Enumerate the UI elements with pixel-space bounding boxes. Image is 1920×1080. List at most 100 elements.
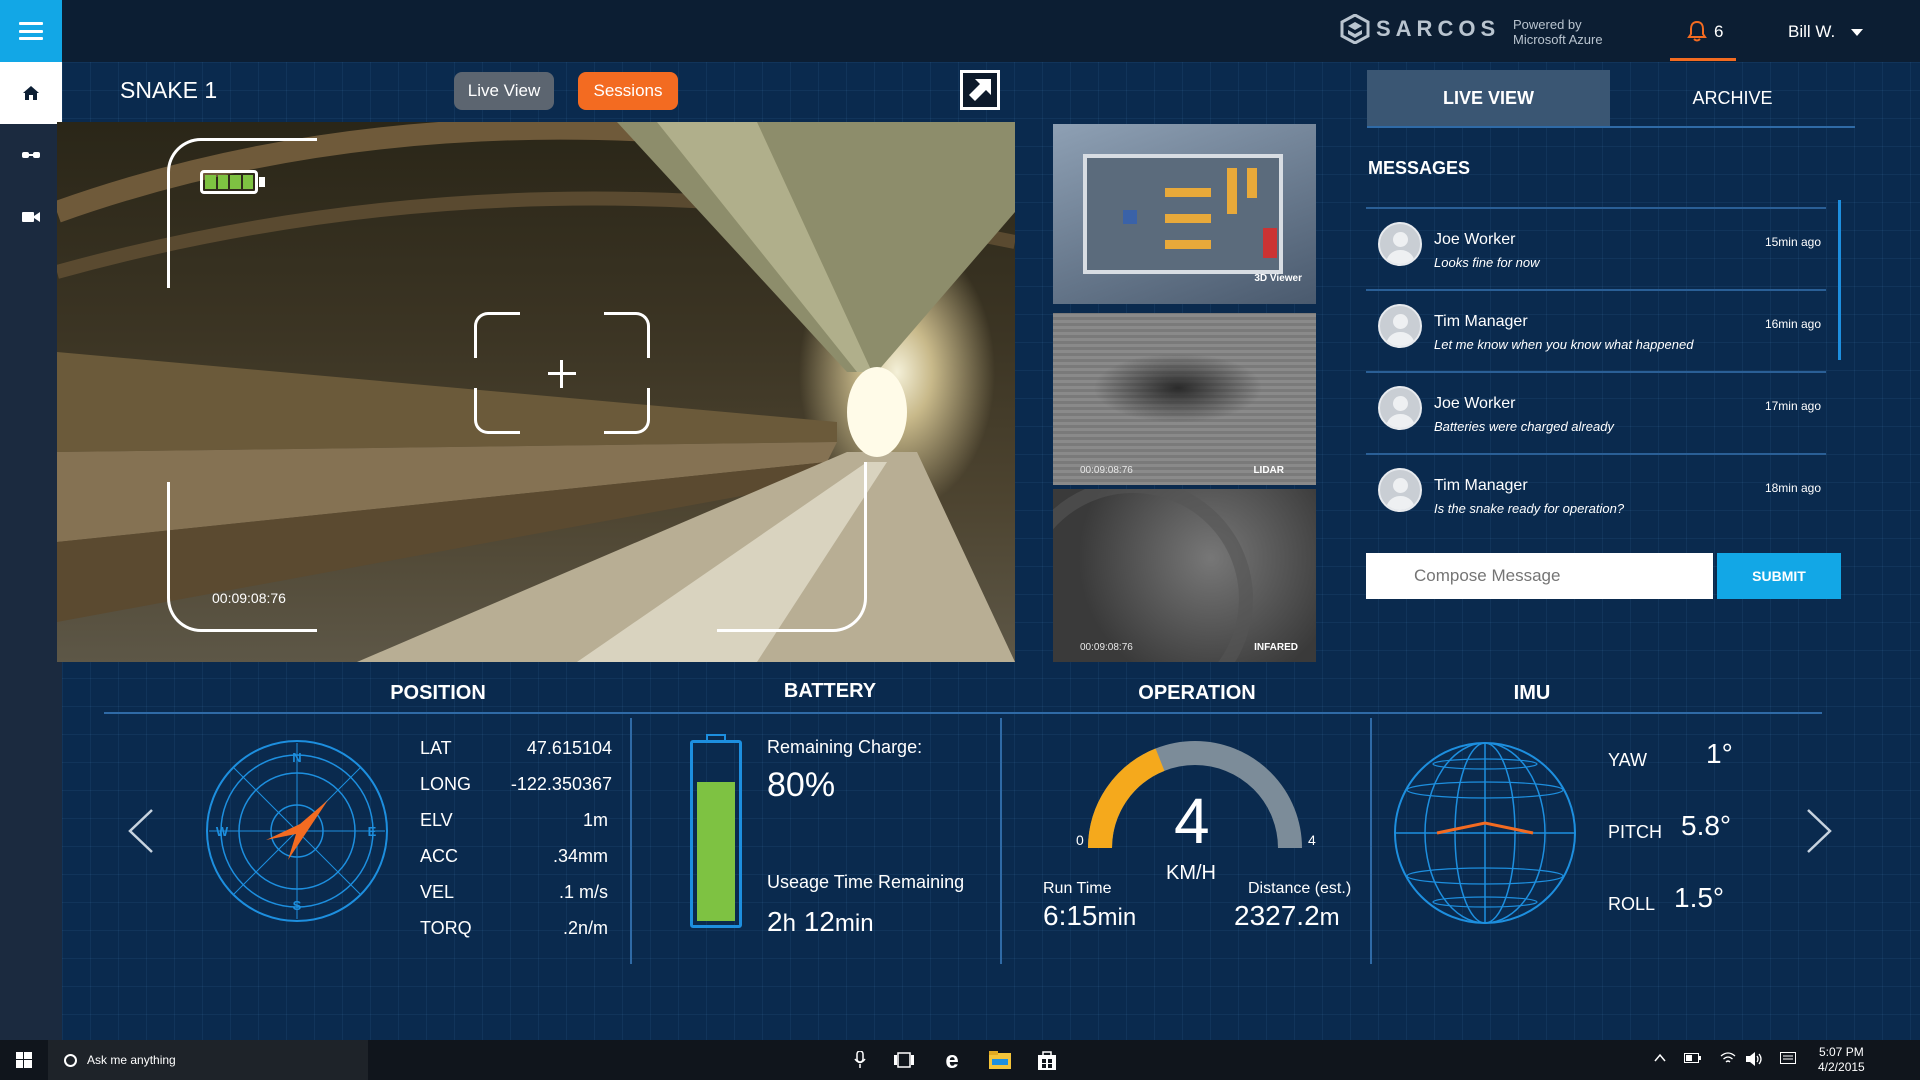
message-text: Let me know when you know what happened <box>1434 337 1694 352</box>
floor-plan-image <box>1083 154 1283 274</box>
gauge-max: 4 <box>1308 832 1316 848</box>
compose-message-input[interactable] <box>1366 553 1713 599</box>
expand-button[interactable] <box>960 70 1000 110</box>
bell-icon <box>1687 20 1707 42</box>
thumbnail-timestamp: 00:09:08:76 <box>1080 465 1133 476</box>
stat-label: ACC <box>420 846 459 866</box>
live-view-button[interactable]: Live View <box>454 72 554 110</box>
page-title: SNAKE 1 <box>120 77 218 103</box>
speed-value: 4 <box>1174 785 1210 857</box>
task-view-icon[interactable] <box>893 1049 915 1071</box>
compass-south: S <box>293 898 302 913</box>
imu-title: IMU <box>1513 682 1551 704</box>
camera-battery-icon <box>200 170 258 194</box>
top-bar: SARCOS Powered by Microsoft Azure 6 Bill… <box>0 0 1920 62</box>
message-item[interactable]: Joe Worker Looks fine for now 15min ago <box>1366 207 1826 289</box>
message-time: 18min ago <box>1764 481 1821 495</box>
message-author: Joe Worker <box>1434 395 1516 412</box>
notifications-button[interactable]: 6 <box>1670 0 1736 62</box>
usage-minutes-unit: min <box>834 910 874 937</box>
start-button[interactable] <box>0 1040 48 1080</box>
thumbnail-timestamp: 00:09:08:76 <box>1080 642 1133 653</box>
submit-button[interactable]: SUBMIT <box>1717 553 1841 599</box>
hamburger-menu-button[interactable] <box>0 0 62 62</box>
messages-scrollbar[interactable] <box>1838 200 1841 360</box>
panel-divider <box>1000 718 1002 964</box>
notification-count: 6 <box>1714 22 1724 41</box>
wifi-icon[interactable] <box>1720 1052 1736 1067</box>
notification-underline <box>1670 58 1736 61</box>
remaining-charge-value: 80% <box>767 766 836 804</box>
stat-value: 5.8° <box>1681 810 1732 841</box>
message-item[interactable]: Tim Manager Is the snake ready for opera… <box>1366 453 1826 535</box>
chevron-right-icon[interactable] <box>1804 808 1834 854</box>
stat-label: ROLL <box>1608 894 1656 914</box>
battery-tray-icon[interactable] <box>1684 1052 1702 1066</box>
tabs-underline <box>1367 126 1855 128</box>
action-center-icon[interactable] <box>1780 1052 1796 1069</box>
battery-gauge <box>690 740 742 928</box>
sidebar <box>0 62 62 1040</box>
avatar <box>1378 468 1422 512</box>
sidebar-item-connect[interactable] <box>0 124 62 186</box>
thumbnail-label: INFARED <box>1254 642 1298 653</box>
stat-label: LAT <box>420 738 452 758</box>
file-explorer-icon[interactable] <box>989 1049 1011 1071</box>
stat-value: 47.615104 <box>526 738 612 758</box>
distance-number: 2327.2 <box>1234 900 1320 931</box>
volume-icon[interactable] <box>1746 1052 1764 1069</box>
camera-timestamp: 00:09:08:76 <box>212 590 286 606</box>
main-camera-feed[interactable]: 00:09:08:76 <box>57 122 1015 662</box>
view-tabs: LIVE VIEW ARCHIVE <box>1367 70 1855 128</box>
powered-by: Powered by Microsoft Azure <box>1513 17 1603 47</box>
usage-time-label: Useage Time Remaining <box>767 872 965 892</box>
messages-title: MESSAGES <box>1368 158 1471 178</box>
powered-line-2: Microsoft Azure <box>1513 32 1603 47</box>
expand-icon <box>969 79 991 101</box>
message-text: Looks fine for now <box>1434 255 1540 270</box>
globe-icon <box>1394 742 1576 924</box>
message-item[interactable]: Tim Manager Let me know when you know wh… <box>1366 289 1826 371</box>
sidebar-item-home[interactable] <box>0 62 62 124</box>
taskbar-search[interactable]: Ask me anything <box>48 1040 368 1080</box>
thumbnail-infrared[interactable]: 00:09:08:76 INFARED <box>1053 489 1316 662</box>
section-divider <box>104 712 1822 714</box>
chevron-left-icon[interactable] <box>126 808 156 854</box>
message-list: Joe Worker Looks fine for now 15min ago … <box>1366 207 1826 535</box>
stat-label: ELV <box>420 810 453 830</box>
message-author: Tim Manager <box>1434 313 1528 330</box>
infrared-image <box>1053 489 1253 662</box>
distance-label: Distance (est.) <box>1248 880 1352 897</box>
taskbar-clock[interactable]: 5:07 PM 4/2/2015 <box>1818 1045 1865 1075</box>
tab-archive[interactable]: ARCHIVE <box>1610 70 1855 126</box>
chevron-up-icon[interactable] <box>1654 1052 1666 1066</box>
viewfinder-corner-bottom-left <box>167 482 317 632</box>
store-icon[interactable] <box>1036 1049 1058 1071</box>
run-time-number: 6:15 <box>1043 900 1098 931</box>
lidar-image <box>1093 353 1263 423</box>
panel-divider <box>630 718 632 964</box>
sessions-button[interactable]: Sessions <box>578 72 678 110</box>
microphone-icon[interactable] <box>849 1049 871 1071</box>
tab-live-view[interactable]: LIVE VIEW <box>1367 70 1610 126</box>
message-item[interactable]: Joe Worker Batteries were charged alread… <box>1366 371 1826 453</box>
message-time: 16min ago <box>1764 317 1821 331</box>
cortana-icon <box>64 1053 77 1067</box>
user-name: Bill W. <box>1788 22 1836 41</box>
thumbnail-lidar[interactable]: 00:09:08:76 LIDAR <box>1053 313 1316 485</box>
sidebar-item-camera[interactable] <box>0 186 62 248</box>
usage-hours-unit: h <box>782 910 796 937</box>
stat-label: VEL <box>420 882 455 902</box>
user-menu[interactable]: Bill W. <box>1788 22 1864 42</box>
stat-value: 1m <box>582 810 608 830</box>
edge-browser-icon[interactable]: e <box>941 1049 963 1071</box>
avatar <box>1378 386 1422 430</box>
thumbnail-3d-viewer[interactable]: 3D Viewer <box>1053 124 1316 304</box>
thumbnail-label: 3D Viewer <box>1254 273 1302 284</box>
sarcos-logo-icon <box>1340 14 1370 44</box>
taskbar: Ask me anything e 5:07 PM 4/2/2015 <box>0 1040 1920 1080</box>
stat-value: 1° <box>1706 738 1733 769</box>
avatar <box>1378 304 1422 348</box>
message-author: Tim Manager <box>1434 477 1528 494</box>
run-time-unit: min <box>1097 904 1137 931</box>
